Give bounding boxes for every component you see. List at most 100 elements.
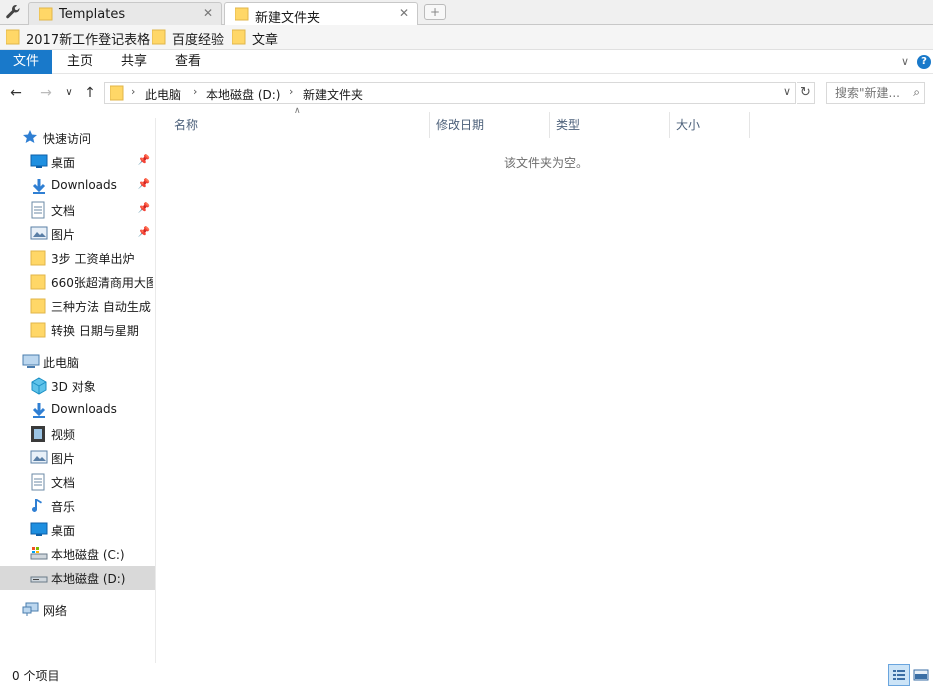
item-count: 0 个项目 (12, 669, 60, 683)
wrench-icon[interactable] (4, 3, 22, 21)
up-arrow-icon[interactable]: ↑ (80, 83, 100, 103)
nav-item-downloads[interactable]: Downloads (0, 398, 155, 422)
chevron-down-icon[interactable]: ∨ (901, 55, 909, 68)
pin-icon[interactable]: 📌 (138, 203, 150, 214)
folder-icon (39, 7, 53, 21)
breadcrumb-separator-icon[interactable]: › (289, 85, 293, 98)
nav-this-pc[interactable]: 此电脑 (0, 350, 155, 374)
refresh-icon[interactable]: ↻ (797, 82, 815, 104)
breadcrumb-separator-icon[interactable]: › (193, 85, 197, 98)
help-icon[interactable]: ? (917, 55, 931, 69)
bookmarks-bar: 2017新工作登记表格 百度经验 文章 (0, 25, 933, 50)
search-icon[interactable]: ⌕ (913, 85, 920, 100)
drive-c-icon (30, 545, 48, 563)
file-list[interactable]: ∧ 名称 修改日期 类型 大小 该文件夹为空。 (158, 106, 933, 663)
nav-item-documents[interactable]: 文档 📌 (0, 198, 155, 222)
ribbon-tab-file[interactable]: 文件 (0, 50, 52, 74)
breadcrumb-separator-icon[interactable]: › (131, 85, 135, 98)
new-tab-button[interactable]: + (424, 4, 446, 20)
search-input[interactable] (827, 83, 907, 103)
nav-item-label: 本地磁盘 (C:) (51, 548, 125, 562)
videos-icon (30, 425, 48, 443)
navigation-bar: ← → ∨ ↑ › 此电脑 › 本地磁盘 (D:) › 新建文件夹 ∨ ↻ ⌕ (0, 80, 933, 106)
nav-item-label: Downloads (51, 178, 117, 192)
folder-icon (152, 29, 166, 45)
pin-icon[interactable]: 📌 (138, 227, 150, 238)
tab-new-folder[interactable]: 新建文件夹 ✕ (224, 2, 418, 26)
tab-templates[interactable]: Templates ✕ (28, 2, 222, 26)
ribbon-tab-view[interactable]: 查看 (166, 50, 210, 74)
download-icon (30, 401, 48, 419)
nav-quick-access[interactable]: 快速访问 (0, 126, 155, 150)
nav-item-label: 文档 (51, 476, 76, 490)
nav-item-pictures[interactable]: 图片 (0, 446, 155, 470)
music-icon (30, 497, 48, 515)
folder-icon (30, 297, 48, 315)
breadcrumb-drive-d[interactable]: 本地磁盘 (D:) (206, 86, 280, 103)
nav-item-label: 转换 日期与星期 (51, 324, 139, 338)
nav-item-label: 网络 (43, 604, 68, 618)
tab-strip: Templates ✕ 新建文件夹 ✕ + (0, 0, 933, 26)
folder-icon (232, 29, 246, 45)
breadcrumb-new-folder[interactable]: 新建文件夹 (303, 86, 363, 103)
ribbon-tab-share[interactable]: 共享 (112, 50, 156, 74)
nav-item-label: 3D 对象 (51, 380, 96, 394)
nav-item-label: 图片 (51, 452, 76, 466)
close-icon[interactable]: ✕ (399, 6, 409, 20)
back-arrow-icon[interactable]: ← (6, 83, 26, 103)
download-icon (30, 177, 48, 195)
nav-item-label: 桌面 (51, 524, 76, 538)
forward-arrow-icon[interactable]: → (36, 83, 56, 103)
nav-item-folder[interactable]: 3步 工资单出炉 (0, 246, 155, 270)
nav-item-label: 3步 工资单出炉 (51, 252, 135, 266)
pin-icon[interactable]: 📌 (138, 179, 150, 190)
close-icon[interactable]: ✕ (203, 6, 213, 20)
nav-item-folder[interactable]: 转换 日期与星期 (0, 318, 155, 342)
folder-icon (235, 7, 249, 21)
nav-item-music[interactable]: 音乐 (0, 494, 155, 518)
nav-item-pictures[interactable]: 图片 📌 (0, 222, 155, 246)
network-icon (22, 601, 40, 619)
column-header-name[interactable]: 名称 (158, 112, 430, 138)
column-header-type[interactable]: 类型 (550, 112, 670, 138)
nav-item-label: 三种方法 自动生成 (51, 300, 151, 314)
ribbon-tabs: 文件 主页 共享 查看 ∨ ? (0, 50, 933, 74)
pin-icon[interactable]: 📌 (138, 155, 150, 166)
nav-item-label: 文档 (51, 204, 76, 218)
tab-label: 新建文件夹 (255, 11, 321, 26)
tab-label: Templates (59, 7, 126, 22)
nav-item-folder[interactable]: 三种方法 自动生成 (0, 294, 155, 318)
column-header-size[interactable]: 大小 (670, 112, 750, 138)
recent-locations-icon[interactable]: ∨ (62, 83, 76, 103)
bookmark-label: 2017新工作登记表格 (26, 33, 151, 48)
address-bar[interactable]: › 此电脑 › 本地磁盘 (D:) › 新建文件夹 ∨ (104, 82, 796, 104)
pictures-icon (30, 449, 48, 467)
nav-item-label: 本地磁盘 (D:) (51, 572, 126, 586)
nav-network[interactable]: 网络 (0, 598, 155, 622)
nav-item-downloads[interactable]: Downloads 📌 (0, 174, 155, 198)
nav-item-desktop[interactable]: 桌面 📌 (0, 150, 155, 174)
nav-item-label: 此电脑 (43, 356, 80, 370)
navigation-pane: 快速访问 桌面 📌 Downloads 📌 文档 📌 图片 📌 3步 工资单出炉… (0, 118, 156, 663)
chevron-down-icon[interactable]: ∨ (783, 85, 791, 98)
nav-item-drive-c[interactable]: 本地磁盘 (C:) (0, 542, 155, 566)
nav-item-drive-d[interactable]: 本地磁盘 (D:) (0, 566, 155, 590)
large-icons-view-icon[interactable] (910, 664, 932, 686)
ribbon-tab-home[interactable]: 主页 (58, 50, 102, 74)
search-box[interactable]: ⌕ (826, 82, 925, 104)
3d-objects-icon (30, 377, 48, 395)
details-view-icon[interactable] (888, 664, 910, 686)
column-header-date-modified[interactable]: 修改日期 (430, 112, 550, 138)
computer-icon (22, 353, 40, 371)
nav-item-documents[interactable]: 文档 (0, 470, 155, 494)
breadcrumb-this-pc[interactable]: 此电脑 (145, 86, 181, 103)
nav-item-label: 视频 (51, 428, 76, 442)
nav-item-3d-objects[interactable]: 3D 对象 (0, 374, 155, 398)
nav-item-folder[interactable]: 660张超清商用大图 (0, 270, 155, 294)
nav-item-videos[interactable]: 视频 (0, 422, 155, 446)
nav-item-label: Downloads (51, 402, 117, 416)
bookmark-label: 百度经验 (172, 33, 225, 48)
folder-icon (30, 249, 48, 267)
bookmark-label: 文章 (252, 33, 279, 48)
nav-item-desktop[interactable]: 桌面 (0, 518, 155, 542)
